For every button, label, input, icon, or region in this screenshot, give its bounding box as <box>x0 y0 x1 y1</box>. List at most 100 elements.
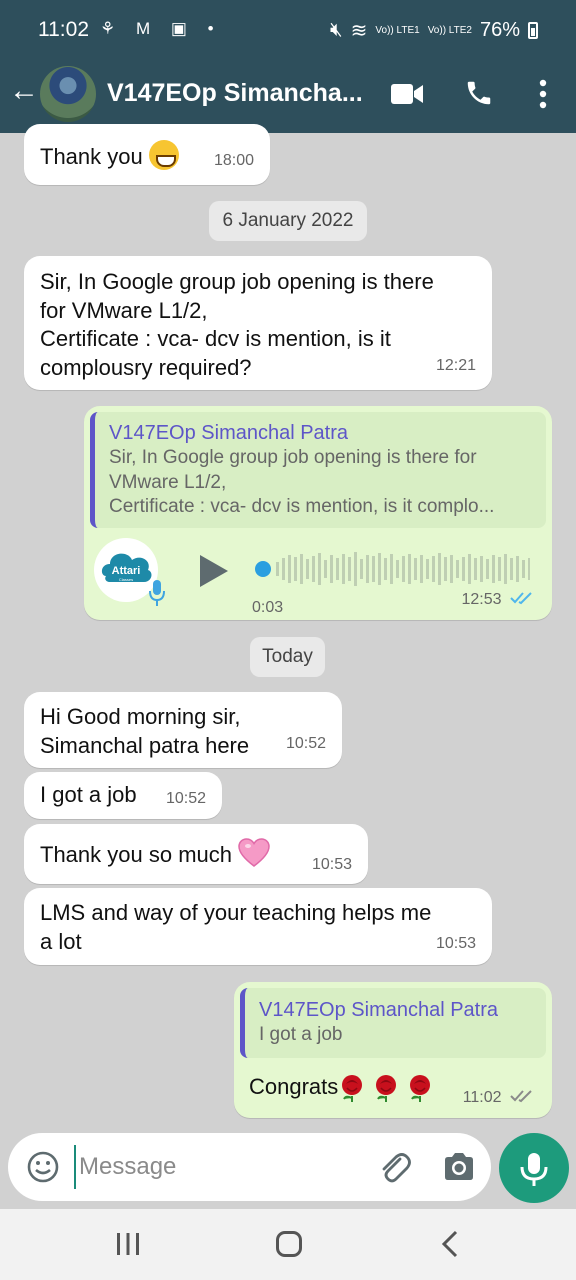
waveform-bar <box>390 554 393 584</box>
contact-name[interactable]: V147EOp Simancha... <box>107 79 363 108</box>
quote-line: I got a job <box>259 1024 343 1045</box>
waveform-bar <box>420 555 423 583</box>
quote-sender: V147EOp Simanchal Patra <box>259 999 499 1021</box>
mic-icon <box>520 1153 548 1186</box>
message-input[interactable] <box>74 1145 364 1189</box>
waveform-bar <box>528 558 530 580</box>
message-incoming[interactable]: Sir, In Google group job opening is ther… <box>24 256 492 390</box>
contact-avatar[interactable] <box>40 66 96 122</box>
date-separator: Today <box>250 637 325 677</box>
nav-back-icon[interactable] <box>438 1229 462 1259</box>
quote-line: Sir, In Google group job opening is ther… <box>109 447 477 468</box>
voice-waveform[interactable] <box>250 549 530 589</box>
waveform-bar <box>456 560 459 578</box>
waveform-bar <box>378 553 381 585</box>
message-time: 10:53 <box>435 934 476 952</box>
waveform-bar <box>336 558 339 580</box>
chat-header: ← V147EOp Simancha... <box>0 60 576 133</box>
message-outgoing-voice[interactable]: V147EOp Simanchal Patra Sir, In Google g… <box>84 406 552 620</box>
more-vert-icon[interactable] <box>530 76 556 112</box>
system-nav-bar <box>0 1209 576 1280</box>
message-incoming[interactable]: Hi Good morning sir, Simanchal patra her… <box>24 692 342 768</box>
waveform-bar <box>462 557 465 581</box>
message-line: a lot <box>40 928 82 954</box>
waveform-bar <box>372 556 375 582</box>
mic-button[interactable] <box>499 1133 569 1203</box>
message-line: Hi Good morning sir, <box>40 704 241 729</box>
message-line: complousry required? <box>40 354 252 380</box>
waveform-bar <box>504 554 507 584</box>
wifi-icon: ≋ <box>350 20 368 42</box>
message-time: 12:53 <box>462 586 537 615</box>
waveform-bar <box>402 556 405 582</box>
status-right: 🔇︎ ≋ Vo)) LTE1 Vo)) LTE2 76% <box>330 18 538 43</box>
message-incoming[interactable]: I got a job 10:52 <box>24 772 222 819</box>
waveform-bar <box>360 559 363 579</box>
emoji-icon[interactable] <box>26 1150 60 1184</box>
waveform-bar <box>342 554 345 584</box>
pink-heart-emoji <box>238 838 270 867</box>
compose-bar <box>8 1133 491 1201</box>
waveform-bar <box>522 560 525 578</box>
waveform-bar <box>330 555 333 583</box>
quote-sender: V147EOp Simanchal Patra <box>109 422 349 444</box>
rose-emoji <box>342 1074 432 1103</box>
message-text: Congrats <box>249 1074 339 1099</box>
waveform-bar <box>438 553 441 585</box>
waveform-bar <box>300 554 303 584</box>
message-outgoing-reply[interactable]: V147EOp Simanchal Patra I got a job Cong… <box>234 982 552 1118</box>
attach-icon[interactable] <box>376 1149 412 1185</box>
waveform-bar <box>282 558 285 580</box>
message-incoming[interactable]: LMS and way of your teaching helps me a … <box>24 888 492 965</box>
waveform-bar <box>324 560 327 578</box>
mute-icon: 🔇︎ <box>330 19 343 41</box>
waveform-bar <box>384 558 387 580</box>
svg-text:Classes: Classes <box>119 577 133 582</box>
waveform-bar <box>318 553 321 585</box>
message-time: 10:53 <box>311 855 352 873</box>
message-line: Simanchal patra here <box>40 732 250 758</box>
waveform-bar <box>294 557 297 581</box>
grinning-face-emoji <box>148 140 179 170</box>
back-arrow-icon[interactable]: ← <box>8 74 40 108</box>
waveform-bar <box>468 554 471 584</box>
waveform-bar <box>306 559 309 579</box>
sim1-label: Vo)) LTE1 <box>375 24 420 36</box>
notification-icons: ⚘ M ▣ • <box>100 19 222 38</box>
message-text: Thank you so much <box>40 842 232 867</box>
sim2-label: Vo)) LTE2 <box>427 24 472 36</box>
waveform-bar <box>276 562 279 576</box>
video-call-icon[interactable] <box>390 82 424 106</box>
home-icon[interactable] <box>276 1231 302 1257</box>
waveform-bar <box>516 556 519 582</box>
camera-icon[interactable] <box>442 1151 476 1183</box>
waveform-bar <box>450 555 453 583</box>
waveform-bar <box>414 558 417 580</box>
mic-badge-icon <box>149 580 165 606</box>
delivered-ticks-icon <box>510 1089 532 1102</box>
message-incoming[interactable]: Thank you 18:00 <box>24 124 270 185</box>
waveform-bar <box>354 552 357 586</box>
recent-apps-icon[interactable] <box>114 1231 142 1257</box>
waveform-bar <box>498 557 501 581</box>
message-incoming[interactable]: Thank you so much 10:53 <box>24 824 368 884</box>
waveform-bar <box>486 559 489 579</box>
message-line: for VMware L1/2, <box>40 297 208 323</box>
battery-percent: 76% <box>479 19 520 41</box>
waveform-bar <box>288 555 291 583</box>
waveform-bar <box>444 557 447 581</box>
message-time: 11:02 <box>463 1084 536 1113</box>
quoted-message[interactable]: V147EOp Simanchal Patra Sir, In Google g… <box>90 412 546 528</box>
message-text: I got a job <box>40 782 137 807</box>
message-line: Sir, In Google group job opening is ther… <box>40 269 434 294</box>
quoted-message[interactable]: V147EOp Simanchal Patra I got a job <box>240 988 546 1058</box>
message-line: LMS and way of your teaching helps me <box>40 900 432 925</box>
message-line: Certificate : vca- dcv is mention, is it <box>40 326 391 351</box>
waveform-bar <box>432 556 435 582</box>
phone-icon[interactable] <box>464 78 494 108</box>
message-time: 18:00 <box>213 151 254 169</box>
waveform-bar <box>366 555 369 583</box>
message-time: 10:52 <box>165 789 206 807</box>
waveform-bar <box>348 557 351 581</box>
play-icon[interactable] <box>198 554 230 588</box>
